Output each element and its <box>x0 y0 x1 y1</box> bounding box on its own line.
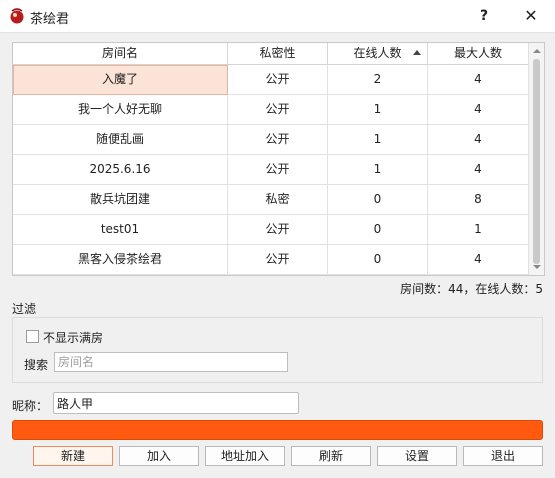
table-row[interactable]: 散兵坑团建 私密 0 8 <box>13 185 529 215</box>
table-row[interactable]: 2025.6.16 公开 1 4 <box>13 155 529 185</box>
online-count-cell: 2 <box>328 65 428 95</box>
table-row[interactable]: 我一个人好无聊 公开 1 4 <box>13 95 529 125</box>
table-row[interactable]: 入魔了 公开 2 4 <box>13 65 529 95</box>
scroll-up-icon[interactable] <box>533 49 541 53</box>
privacy-cell: 公开 <box>228 95 328 125</box>
column-header-online[interactable]: 在线人数 <box>328 43 428 64</box>
scrollbar-thumb[interactable] <box>533 59 540 264</box>
privacy-cell: 公开 <box>228 245 328 275</box>
max-count-cell: 4 <box>428 125 529 155</box>
help-button[interactable]: ? <box>470 4 498 28</box>
search-input[interactable] <box>54 352 288 372</box>
create-button[interactable]: 新建 <box>33 446 113 466</box>
online-count-cell: 0 <box>328 185 428 215</box>
join-button[interactable]: 加入 <box>119 446 199 466</box>
table-header: 房间名 私密性 在线人数 最大人数 <box>13 43 529 65</box>
online-count-cell: 0 <box>328 245 428 275</box>
hide-full-checkbox[interactable] <box>26 330 39 343</box>
online-count-cell: 1 <box>328 95 428 125</box>
filter-group: 不显示满房 搜索 <box>12 317 543 383</box>
nickname-input[interactable] <box>53 392 299 414</box>
nickname-label: 昵称： <box>12 399 49 413</box>
room-name-cell: 随便乱画 <box>13 125 228 155</box>
sort-ascending-icon <box>413 50 421 55</box>
privacy-cell: 公开 <box>228 125 328 155</box>
room-stats: 房间数：44，在线人数：5 <box>400 282 543 296</box>
privacy-cell: 公开 <box>228 215 328 245</box>
online-count-cell: 0 <box>328 215 428 245</box>
table-scrollbar[interactable] <box>528 43 544 275</box>
max-count-cell: 4 <box>428 245 529 275</box>
room-table: 房间名 私密性 在线人数 最大人数 入魔了 公开 2 4 我一个人好无聊 公开 … <box>12 42 545 276</box>
column-header-room-name[interactable]: 房间名 <box>13 43 228 64</box>
max-count-cell: 4 <box>428 65 529 95</box>
app-logo-icon <box>10 8 24 24</box>
online-count-cell: 1 <box>328 125 428 155</box>
max-count-cell: 4 <box>428 95 529 125</box>
online-count-cell: 1 <box>328 155 428 185</box>
column-header-online-label: 在线人数 <box>353 46 402 60</box>
search-label: 搜索 <box>24 358 49 372</box>
room-name-cell: 2025.6.16 <box>13 155 228 185</box>
room-name-cell: 黑客入侵茶绘君 <box>13 245 228 275</box>
max-count-cell: 1 <box>428 215 529 245</box>
join-by-address-button[interactable]: 地址加入 <box>205 446 285 466</box>
room-name-cell: 我一个人好无聊 <box>13 95 228 125</box>
privacy-cell: 私密 <box>228 185 328 215</box>
refresh-button[interactable]: 刷新 <box>291 446 371 466</box>
color-picker-bar[interactable] <box>12 420 543 440</box>
filter-group-label: 过滤 <box>12 302 37 316</box>
title-bar: 茶绘君 ? ✕ <box>0 0 555 33</box>
room-name-cell: 入魔了 <box>13 65 228 95</box>
max-count-cell: 4 <box>428 155 529 185</box>
table-row[interactable]: 黑客入侵茶绘君 公开 0 4 <box>13 245 529 275</box>
room-name-cell: test01 <box>13 215 228 245</box>
settings-button[interactable]: 设置 <box>377 446 457 466</box>
close-button[interactable]: ✕ <box>516 4 546 28</box>
privacy-cell: 公开 <box>228 155 328 185</box>
column-header-privacy[interactable]: 私密性 <box>228 43 328 64</box>
table-row[interactable]: 随便乱画 公开 1 4 <box>13 125 529 155</box>
window-title: 茶绘君 <box>30 12 70 27</box>
exit-button[interactable]: 退出 <box>463 446 543 466</box>
scroll-down-icon[interactable] <box>533 265 541 269</box>
room-name-cell: 散兵坑团建 <box>13 185 228 215</box>
hide-full-label[interactable]: 不显示满房 <box>43 329 103 346</box>
table-row[interactable]: test01 公开 0 1 <box>13 215 529 245</box>
max-count-cell: 8 <box>428 185 529 215</box>
privacy-cell: 公开 <box>228 65 328 95</box>
column-header-max[interactable]: 最大人数 <box>428 43 529 64</box>
